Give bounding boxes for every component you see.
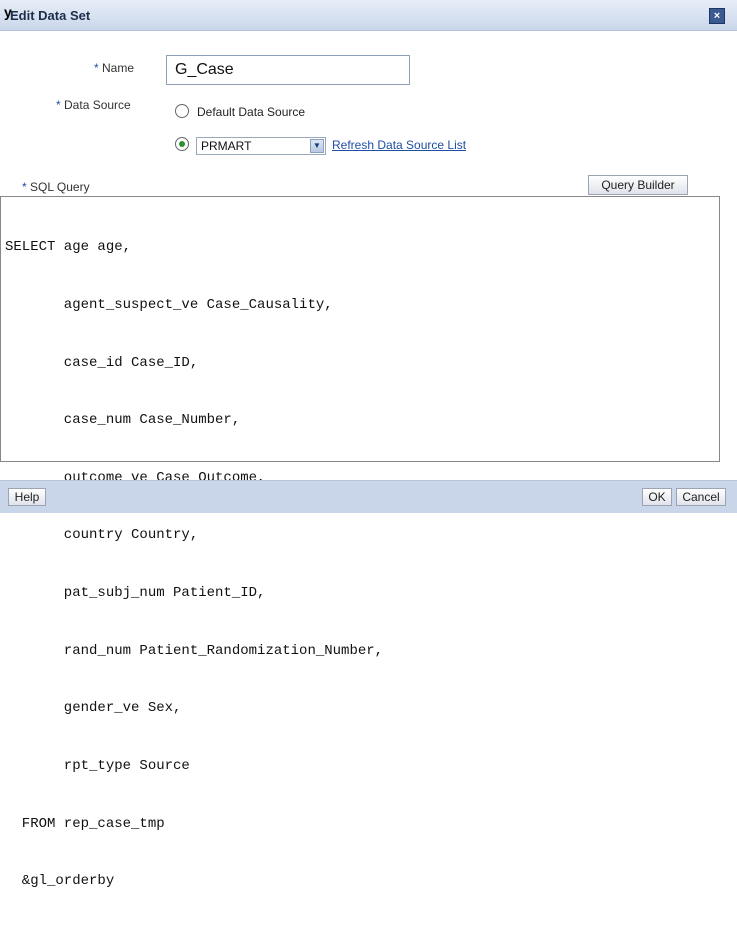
- sql-line: &gl_orderby: [5, 873, 115, 890]
- required-asterisk: *: [94, 61, 103, 75]
- sql-line: pat_subj_num Patient_ID,: [5, 585, 266, 602]
- sql-line: case_id Case_ID,: [5, 354, 199, 371]
- sql-line: agent_suspect_ve Case_Causality,: [5, 297, 333, 314]
- edit-data-set-dialog: y Edit Data Set × * Name G_Case * Data S…: [0, 0, 737, 889]
- sql-line: gender_ve Sex,: [5, 700, 182, 717]
- name-label: * Name: [94, 61, 135, 75]
- sql-line: FROM rep_case_tmp: [5, 815, 165, 832]
- dialog-title-bar: y Edit Data Set ×: [0, 0, 737, 31]
- required-asterisk: *: [56, 98, 65, 112]
- sql-line: country Country,: [5, 527, 199, 544]
- required-asterisk: *: [22, 180, 31, 194]
- dialog-title: Edit Data Set: [10, 8, 91, 23]
- sql-line: SELECT age age,: [5, 239, 132, 256]
- chevron-down-icon[interactable]: ▼: [310, 139, 324, 153]
- help-button[interactable]: Help: [8, 488, 46, 506]
- ok-button[interactable]: OK: [642, 488, 672, 506]
- sql-line: case_num Case_Number,: [5, 412, 241, 429]
- query-builder-button[interactable]: Query Builder: [588, 175, 688, 195]
- sql-query-textarea[interactable]: SELECT age age, agent_suspect_ve Case_Ca…: [0, 196, 720, 889]
- cancel-button[interactable]: Cancel: [676, 488, 726, 506]
- close-icon[interactable]: ×: [709, 8, 725, 24]
- name-input[interactable]: G_Case: [166, 55, 410, 85]
- selected-data-source-radio[interactable]: [175, 137, 189, 151]
- sql-line: rand_num Patient_Randomization_Number,: [5, 642, 384, 659]
- default-data-source-radio[interactable]: [175, 104, 189, 118]
- data-source-label: * Data Source: [56, 98, 131, 112]
- refresh-data-source-link[interactable]: Refresh Data Source List: [332, 138, 466, 152]
- default-data-source-label: Default Data Source: [197, 105, 306, 119]
- sql-line: rpt_type Source: [5, 757, 190, 774]
- sql-query-label: * SQL Query: [22, 180, 90, 194]
- data-source-select[interactable]: PRMART ▼: [196, 137, 326, 155]
- dialog-footer: Help OK Cancel: [0, 480, 737, 513]
